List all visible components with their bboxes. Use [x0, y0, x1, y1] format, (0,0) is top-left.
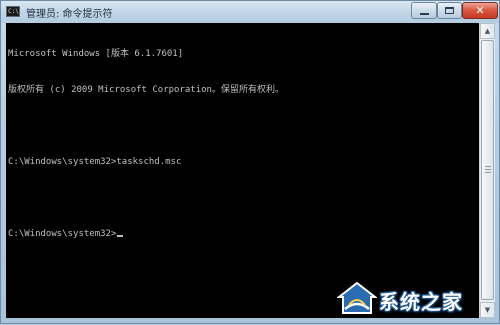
console-line-copyright: 版权所有 (c) 2009 Microsoft Corporation。保留所有… — [8, 85, 284, 95]
watermark-text: 系统之家 — [379, 290, 463, 314]
watermark: 系统之家 — [329, 273, 500, 325]
close-button[interactable]: ✕ — [462, 2, 498, 19]
grip-line — [485, 166, 491, 167]
scroll-up-button[interactable]: ▲ — [480, 23, 495, 39]
close-icon: ✕ — [475, 4, 485, 17]
command-prompt-window: C:\ 管理员: 命令提示符 ✕ Microsoft Windows [版本 6… — [0, 0, 500, 324]
minimize-icon — [420, 13, 429, 15]
minimize-button[interactable] — [411, 2, 437, 19]
console-text: Microsoft Windows [版本 6.1.7601] 版权所有 (c)… — [8, 24, 284, 264]
grip-line — [485, 169, 491, 170]
grip-line — [485, 172, 491, 173]
maximize-button[interactable] — [437, 2, 462, 19]
window-title: 管理员: 命令提示符 — [26, 9, 113, 20]
cmd-icon-text: C:\ — [8, 8, 19, 15]
console-line-prompt[interactable]: C:\Windows\system32> — [8, 228, 284, 240]
title-bar[interactable]: C:\ 管理员: 命令提示符 ✕ — [1, 1, 499, 23]
maximize-icon — [445, 7, 454, 14]
prompt-text: C:\Windows\system32> — [8, 229, 117, 239]
console-line-version: Microsoft Windows [版本 6.1.7601] — [8, 49, 184, 59]
console-line-blank-2 — [8, 192, 284, 204]
cmd-icon[interactable]: C:\ — [6, 6, 20, 17]
text-cursor — [117, 235, 124, 237]
console-line-command: C:\Windows\system32>taskschd.msc — [8, 157, 182, 167]
scrollbar-thumb[interactable] — [481, 40, 494, 300]
house-logo-icon — [337, 281, 377, 314]
chevron-up-icon: ▲ — [484, 27, 491, 35]
